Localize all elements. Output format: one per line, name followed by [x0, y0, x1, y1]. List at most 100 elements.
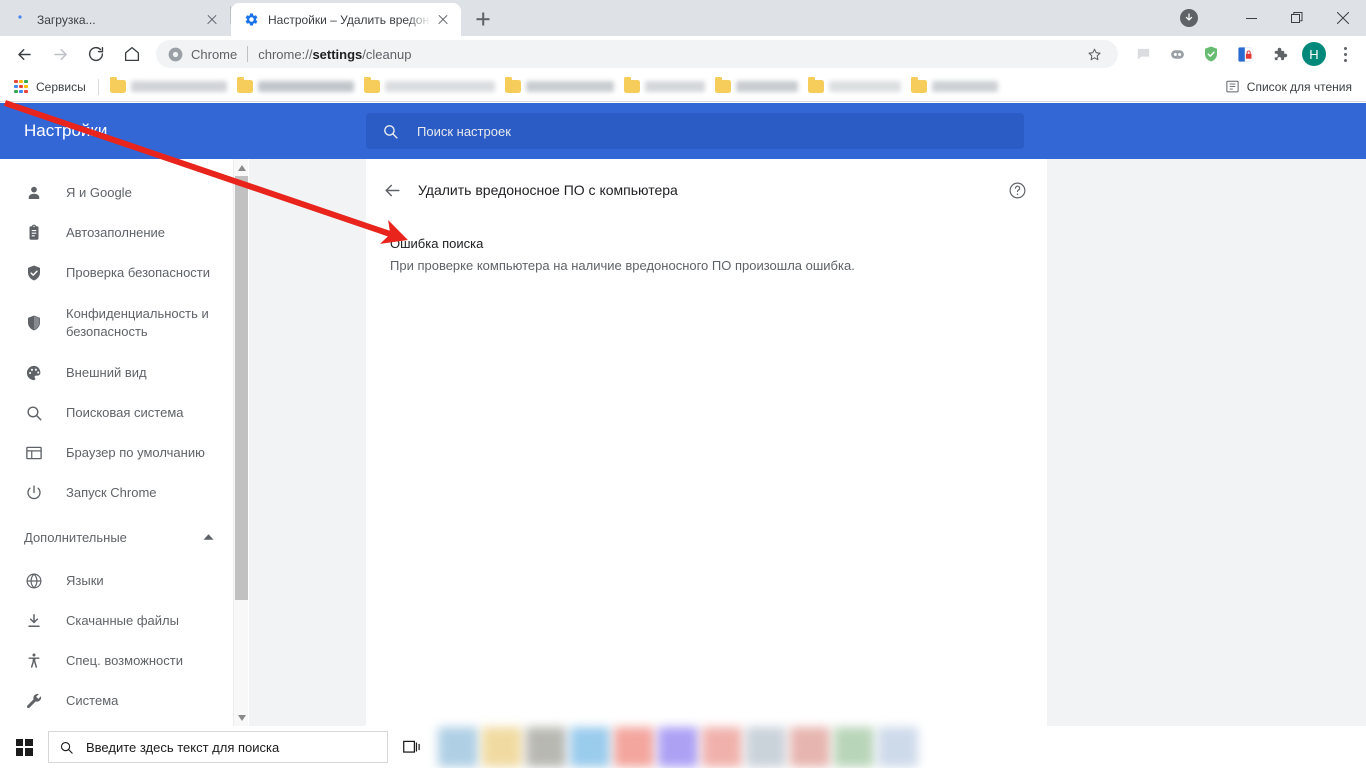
- page-title: Настройки: [24, 121, 108, 140]
- task-view-icon[interactable]: [388, 726, 436, 768]
- extension-icon-robot[interactable]: [1163, 40, 1191, 68]
- bookmark-item[interactable]: [232, 75, 359, 99]
- sidebar-advanced-item-4[interactable]: Система: [0, 681, 232, 721]
- taskbar-app-icon[interactable]: [570, 727, 610, 767]
- bookmark-apps-services[interactable]: Сервисы: [8, 75, 92, 99]
- card-title: Удалить вредоносное ПО с компьютера: [418, 182, 678, 198]
- sidebar-group-advanced[interactable]: Дополнительные: [0, 513, 232, 561]
- window-controls: [1180, 0, 1366, 36]
- windows-start-icon[interactable]: [0, 726, 48, 768]
- search-input[interactable]: Поиск настроек: [366, 113, 1024, 149]
- bookmark-label: [828, 81, 901, 92]
- accessibility-icon: [24, 651, 44, 671]
- sidebar-item-label: Внешний вид: [66, 365, 147, 380]
- sidebar-advanced-item-3[interactable]: Спец. возможности: [0, 641, 232, 681]
- sidebar-item-3[interactable]: Проверка безопасности: [0, 253, 232, 293]
- avatar[interactable]: H: [1302, 42, 1326, 66]
- omnibox-divider: [247, 46, 249, 62]
- browser-tab-settings[interactable]: Настройки – Удалить вредоносное ПО с ком…: [231, 3, 461, 36]
- bookmarks-bar: Сервисы Список для чтения: [0, 72, 1366, 102]
- tab-title: Настройки – Удалить вредоносное ПО с ком…: [268, 12, 431, 27]
- taskbar-app-icon[interactable]: [746, 727, 786, 767]
- close-icon[interactable]: [435, 12, 451, 28]
- bookmark-item[interactable]: [500, 75, 619, 99]
- folder-icon: [363, 77, 380, 93]
- bookmark-star-icon[interactable]: [1082, 42, 1106, 66]
- bookmark-label: [257, 81, 354, 92]
- scroll-up-arrow-icon[interactable]: [234, 159, 249, 176]
- sidebar-item-8[interactable]: Запуск Chrome: [0, 473, 232, 513]
- windows-taskbar: Введите здесь текст для поиска: [0, 726, 1366, 768]
- scroll-down-arrow-icon[interactable]: [234, 709, 249, 726]
- error-title: Ошибка поиска: [390, 236, 484, 251]
- browser-tab-loading[interactable]: Загрузка...: [0, 3, 230, 36]
- folder-icon: [504, 77, 521, 93]
- sidebar-advanced-item-1[interactable]: Языки: [0, 561, 232, 601]
- back-arrow-icon[interactable]: [374, 172, 410, 208]
- extension-icon-password-lock[interactable]: [1231, 40, 1259, 68]
- omnibox-url: chrome://settings/cleanup: [258, 46, 412, 62]
- sidebar-item-label: Поисковая система: [66, 405, 184, 420]
- bookmark-label: [644, 81, 705, 92]
- close-icon[interactable]: [204, 12, 220, 28]
- bookmark-item[interactable]: [619, 75, 710, 99]
- person-icon: [24, 183, 44, 203]
- download-icon[interactable]: [1180, 9, 1198, 27]
- error-description: При проверке компьютера на наличие вредо…: [390, 258, 855, 273]
- settings-sidebar: Я и Google Автозаполнение Проверка безопас…: [0, 159, 232, 726]
- loading-spinner-icon: [12, 12, 28, 28]
- forward-arrow-icon[interactable]: [44, 38, 76, 70]
- sidebar-item-label: Система: [66, 693, 119, 708]
- extension-icon-speech-bubble[interactable]: [1129, 40, 1157, 68]
- tab-title: Загрузка...: [37, 12, 96, 27]
- help-circle-icon[interactable]: [1003, 176, 1031, 204]
- bookmark-item[interactable]: [359, 75, 500, 99]
- extension-icon-adguard-shield[interactable]: [1197, 40, 1225, 68]
- palette-icon: [24, 363, 44, 383]
- taskbar-app-icon[interactable]: [878, 727, 918, 767]
- back-arrow-icon[interactable]: [8, 38, 40, 70]
- bookmark-item[interactable]: [710, 75, 803, 99]
- three-dot-menu-icon[interactable]: [1332, 40, 1358, 68]
- sidebar-item-label: Языки: [66, 573, 104, 588]
- sidebar-scrollbar[interactable]: [233, 159, 248, 726]
- taskbar-app-icon[interactable]: [702, 727, 742, 767]
- sidebar-item-5[interactable]: Внешний вид: [0, 353, 232, 393]
- extensions-puzzle-icon[interactable]: [1265, 40, 1293, 68]
- sidebar-item-4[interactable]: Конфиденциальность и безопасность: [0, 293, 232, 353]
- folder-icon: [807, 77, 824, 93]
- taskbar-search-input[interactable]: Введите здесь текст для поиска: [48, 731, 388, 763]
- search-icon: [382, 123, 399, 140]
- address-bar[interactable]: Chrome chrome://settings/cleanup: [156, 40, 1118, 68]
- sidebar-item-2[interactable]: Автозаполнение: [0, 213, 232, 253]
- taskbar-app-icon[interactable]: [790, 727, 830, 767]
- reload-icon[interactable]: [80, 38, 112, 70]
- sidebar-item-1[interactable]: Я и Google: [0, 173, 232, 213]
- new-tab-button[interactable]: [469, 5, 497, 33]
- sidebar-item-label: Проверка безопасности: [66, 265, 211, 280]
- taskbar-app-icon[interactable]: [834, 727, 874, 767]
- maximize-icon[interactable]: [1274, 0, 1320, 36]
- taskbar-app-icon[interactable]: [482, 727, 522, 767]
- bookmark-item[interactable]: [105, 75, 232, 99]
- home-icon[interactable]: [116, 38, 148, 70]
- globe-icon: [24, 571, 44, 591]
- scrollbar-thumb[interactable]: [235, 176, 248, 600]
- taskbar-app-icon[interactable]: [438, 727, 478, 767]
- sidebar-item-7[interactable]: Браузер по умолчанию: [0, 433, 232, 473]
- bookmark-item[interactable]: [803, 75, 906, 99]
- sidebar-item-label: Автозаполнение: [66, 225, 166, 240]
- close-icon[interactable]: [1320, 0, 1366, 36]
- sidebar-item-6[interactable]: Поисковая система: [0, 393, 232, 433]
- folder-icon: [623, 77, 640, 93]
- shield-icon: [24, 313, 44, 333]
- search-icon: [59, 740, 74, 755]
- bookmark-label: [735, 81, 798, 92]
- reading-list-button[interactable]: Список для чтения: [1219, 75, 1358, 99]
- taskbar-app-icon[interactable]: [658, 727, 698, 767]
- bookmark-item[interactable]: [906, 75, 1003, 99]
- taskbar-app-icon[interactable]: [526, 727, 566, 767]
- minimize-icon[interactable]: [1228, 0, 1274, 36]
- sidebar-advanced-item-2[interactable]: Скачанные файлы: [0, 601, 232, 641]
- taskbar-app-icon[interactable]: [614, 727, 654, 767]
